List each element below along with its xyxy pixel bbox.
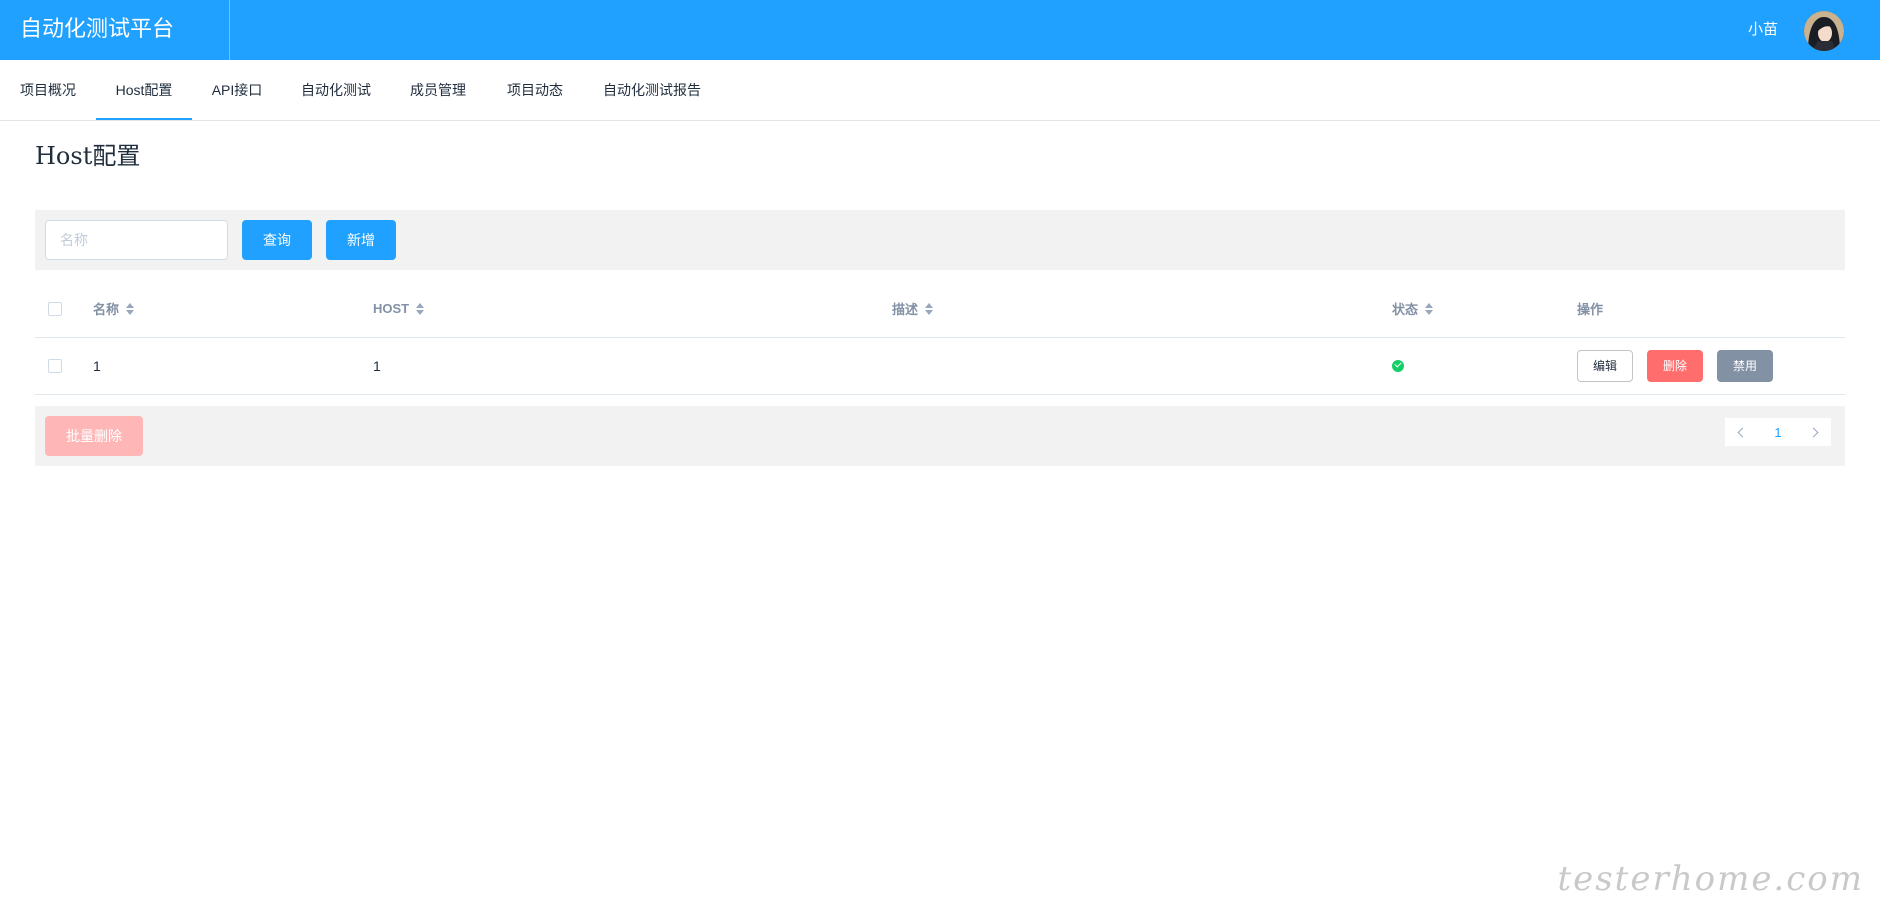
select-all-checkbox[interactable] (48, 301, 62, 316)
top-header: 自动化测试平台 小苗 (0, 0, 1880, 60)
row-select-cell (48, 338, 62, 394)
column-header-label: 名称 (93, 302, 120, 317)
sort-icon[interactable] (925, 302, 934, 316)
cell-host: 1 (373, 358, 381, 374)
sort-icon[interactable] (416, 302, 425, 316)
project-tabs: 项目概况 Host配置 API接口 自动化测试 成员管理 项目动态 自动化测试报… (0, 60, 1880, 121)
column-header-label: 状态 (1392, 302, 1419, 317)
batch-delete-button[interactable]: 批量删除 (45, 416, 143, 456)
host-table: 名称 HOST 描述 状态 操作 1 1 编辑 删除 禁用 (35, 280, 1845, 395)
page-title: Host配置 (35, 142, 141, 170)
search-toolbar: 查询 新增 (35, 210, 1845, 270)
name-search-input[interactable] (45, 220, 228, 260)
page-number[interactable]: 1 (1757, 418, 1799, 446)
prev-page-button[interactable] (1725, 418, 1757, 446)
next-page-button[interactable] (1799, 418, 1831, 446)
watermark: testerhome.com (1557, 859, 1864, 899)
sort-icon[interactable] (1425, 302, 1434, 316)
cell-name: 1 (93, 358, 101, 374)
user-avatar[interactable] (1804, 11, 1844, 51)
column-header-label: 操作 (1577, 302, 1604, 317)
sort-icon[interactable] (126, 302, 135, 316)
table-row: 1 1 编辑 删除 禁用 (35, 338, 1845, 395)
add-button[interactable]: 新增 (326, 220, 396, 260)
column-header-name[interactable]: 名称 (93, 280, 135, 337)
edit-button[interactable]: 编辑 (1577, 350, 1633, 382)
table-footer: 批量删除 1 (35, 406, 1845, 466)
status-enabled-check-icon (1392, 360, 1404, 372)
chevron-right-icon (1808, 427, 1819, 437)
table-header: 名称 HOST 描述 状态 操作 (35, 280, 1845, 338)
disable-button[interactable]: 禁用 (1717, 350, 1773, 382)
user-name[interactable]: 小苗 (1748, 0, 1778, 60)
tab-host-config[interactable]: Host配置 (96, 60, 192, 120)
pagination: 1 (1725, 418, 1831, 446)
tab-project-activity[interactable]: 项目动态 (507, 60, 563, 120)
select-all-cell (48, 280, 62, 337)
column-header-status[interactable]: 状态 (1392, 280, 1434, 337)
column-header-label: HOST (373, 301, 410, 316)
cell-status (1392, 338, 1404, 394)
app-title: 自动化测试平台 (20, 16, 175, 41)
chevron-left-icon (1737, 427, 1748, 437)
tab-member-management[interactable]: 成员管理 (410, 60, 466, 120)
column-header-description[interactable]: 描述 (892, 280, 934, 337)
tab-automation-report[interactable]: 自动化测试报告 (603, 60, 701, 120)
tab-overview[interactable]: 项目概况 (20, 60, 76, 120)
avatar-image-icon (1804, 11, 1844, 51)
row-checkbox[interactable] (48, 359, 62, 373)
tab-api[interactable]: API接口 (211, 60, 263, 120)
tab-automation-test[interactable]: 自动化测试 (300, 60, 372, 120)
column-header-label: 描述 (892, 302, 919, 317)
delete-button[interactable]: 删除 (1647, 350, 1703, 382)
header-divider (229, 0, 230, 60)
column-header-actions: 操作 (1577, 280, 1603, 337)
query-button[interactable]: 查询 (242, 220, 312, 260)
column-header-host[interactable]: HOST (373, 280, 425, 337)
